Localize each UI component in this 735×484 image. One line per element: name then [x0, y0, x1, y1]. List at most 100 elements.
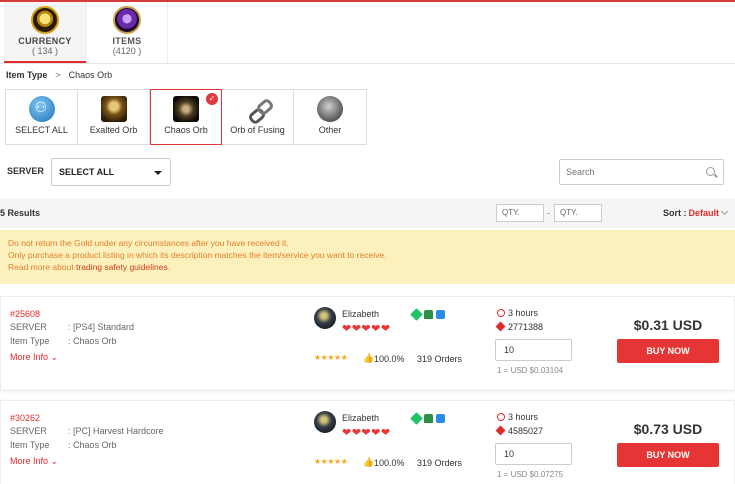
heart-rating: ❤❤❤❤❤ [342, 427, 391, 439]
type-chaos-orb[interactable]: ✓ Chaos Orb [150, 89, 222, 145]
listing-card: #30262 SERVER: [PC] Harvest Hardcore Ite… [0, 400, 735, 484]
more-info-label: More Info [10, 352, 49, 362]
sort-value: Default [688, 208, 719, 218]
clock-icon [497, 309, 505, 317]
type-other-label: Other [318, 125, 342, 135]
type-select-all[interactable]: SELECT ALL [6, 90, 78, 144]
qty-min-input[interactable]: QTY. [496, 204, 544, 222]
item-type-value: : Chaos Orb [68, 336, 117, 346]
item-type-row: Item Type : Chaos Orb [10, 336, 117, 346]
unit-price: 1 = USD $0.03104 [497, 366, 564, 375]
quantity-input[interactable]: 10 [495, 339, 572, 361]
safety-guidelines-link[interactable]: trading safety guidelines [76, 262, 168, 272]
item-type-row: Item Type : Chaos Orb [10, 440, 117, 450]
item-type-value: : Chaos Orb [68, 440, 117, 450]
stock-icon [495, 425, 506, 436]
stock-amount: 2771388 [508, 322, 544, 332]
order-count: 319 Orders [417, 458, 463, 468]
sort-label: Sort : [662, 208, 687, 218]
tab-currency-label: CURRENCY [18, 36, 72, 46]
listing-card: #25608 SERVER : [PS4] Standard Item Type:… [0, 296, 735, 391]
seller-badges [410, 412, 448, 426]
breadcrumb-current: Chaos Orb [68, 70, 113, 80]
seller-badges [410, 308, 448, 322]
server-select-value: SELECT ALL [59, 167, 115, 177]
rating-percent: 100.0% [374, 458, 405, 468]
caret-down-icon [154, 171, 162, 175]
more-info-label: More Info [10, 456, 49, 466]
search-input[interactable] [560, 160, 700, 184]
notice-line-2: Only purchase a product listing in which… [8, 250, 387, 260]
qty-max-input[interactable]: QTY. [554, 204, 602, 222]
search-icon[interactable] [706, 167, 715, 176]
safety-notice: Do not return the Gold under any circums… [0, 230, 735, 284]
chaos-orb-icon [173, 96, 199, 122]
notice-line-1: Do not return the Gold under any circums… [8, 238, 289, 248]
item-type-key: Item Type [10, 336, 50, 346]
type-orb-of-fusing[interactable]: Orb of Fusing [222, 90, 294, 144]
notice-line-3-prefix: Read more about [8, 262, 77, 272]
tab-currency-count: ( 134 ) [31, 46, 58, 56]
tab-items-label: ITEMS [112, 36, 142, 46]
other-icon [317, 96, 343, 122]
seller-name[interactable]: Elizabeth [342, 309, 379, 319]
server-row: SERVER : [PS4] Standard [10, 322, 134, 332]
tab-currency[interactable]: CURRENCY ( 134 ) [4, 2, 86, 63]
delivery-time: 3 hours [508, 412, 539, 422]
avatar[interactable] [314, 307, 336, 329]
type-chaos-orb-label: Chaos Orb [164, 125, 208, 135]
clock-icon [497, 413, 505, 421]
type-orb-of-fusing-label: Orb of Fusing [230, 125, 285, 135]
stock-amount: 4585027 [508, 426, 544, 436]
server-key: SERVER [10, 322, 47, 332]
chat-icon[interactable] [436, 310, 445, 319]
star-rating: ★★★★★ [314, 353, 348, 362]
star-rating: ★★★★★ [314, 457, 348, 466]
more-info-link[interactable]: More Info ⌄ [10, 456, 58, 467]
notice-line-3-suffix: . [167, 262, 171, 272]
avatar[interactable] [314, 411, 336, 433]
server-select[interactable]: SELECT ALL [51, 158, 171, 186]
chat-icon[interactable] [436, 414, 445, 423]
item-type-key: Item Type [10, 440, 50, 450]
exalted-orb-icon [100, 96, 127, 122]
orb-of-fusing-icon [245, 96, 271, 122]
quantity-input[interactable]: 10 [495, 443, 572, 465]
server-row: SERVER: [PC] Harvest Hardcore [10, 426, 164, 436]
results-bar: 5 Results QTY. - QTY. Sort : Default [0, 198, 735, 228]
category-tabs: CURRENCY ( 134 ) ITEMS (4120 ) [0, 2, 735, 64]
tab-items[interactable]: ITEMS (4120 ) [86, 2, 168, 63]
stock-icon [495, 321, 506, 332]
verified-icon [410, 412, 423, 425]
heart-rating: ❤❤❤❤❤ [342, 323, 391, 335]
offer-id[interactable]: #25608 [10, 309, 40, 319]
more-info-link[interactable]: More Info ⌄ [10, 352, 58, 363]
type-exalted-orb[interactable]: Exalted Orb [78, 90, 150, 144]
sort-dropdown[interactable]: Sort : Default [662, 207, 729, 218]
verified-icon [410, 308, 423, 321]
seller-level-icon [424, 414, 433, 423]
total-price: $0.31 USD [633, 317, 703, 333]
type-other[interactable]: Other [294, 90, 366, 144]
offer-id[interactable]: #30262 [10, 413, 40, 423]
search-box[interactable] [559, 159, 724, 185]
qty-range-dash: - [547, 208, 550, 218]
type-exalted-orb-label: Exalted Orb [89, 125, 138, 135]
currency-orb-icon [31, 6, 59, 34]
seller-name[interactable]: Elizabeth [342, 413, 379, 423]
server-value: : [PS4] Standard [68, 322, 135, 332]
item-type-filter: SELECT ALL Exalted Orb ✓ Chaos Orb Orb o… [5, 89, 367, 145]
server-value: : [PC] Harvest Hardcore [68, 426, 164, 436]
type-select-all-label: SELECT ALL [15, 125, 68, 135]
breadcrumb-separator: > [55, 70, 61, 80]
server-label: SERVER [7, 166, 44, 176]
chevron-down-icon: ⌄ [50, 352, 59, 362]
unit-price: 1 = USD $0.07275 [497, 470, 564, 479]
selected-check-icon: ✓ [206, 93, 218, 105]
buy-now-button[interactable]: BUY NOW [617, 443, 719, 467]
buy-now-button[interactable]: BUY NOW [617, 339, 719, 363]
items-orb-icon [113, 6, 141, 34]
chevron-down-icon: ⌄ [50, 456, 59, 466]
thumbs-up-icon: 👍 [363, 353, 375, 363]
breadcrumb: Item Type > Chaos Orb [6, 70, 112, 80]
